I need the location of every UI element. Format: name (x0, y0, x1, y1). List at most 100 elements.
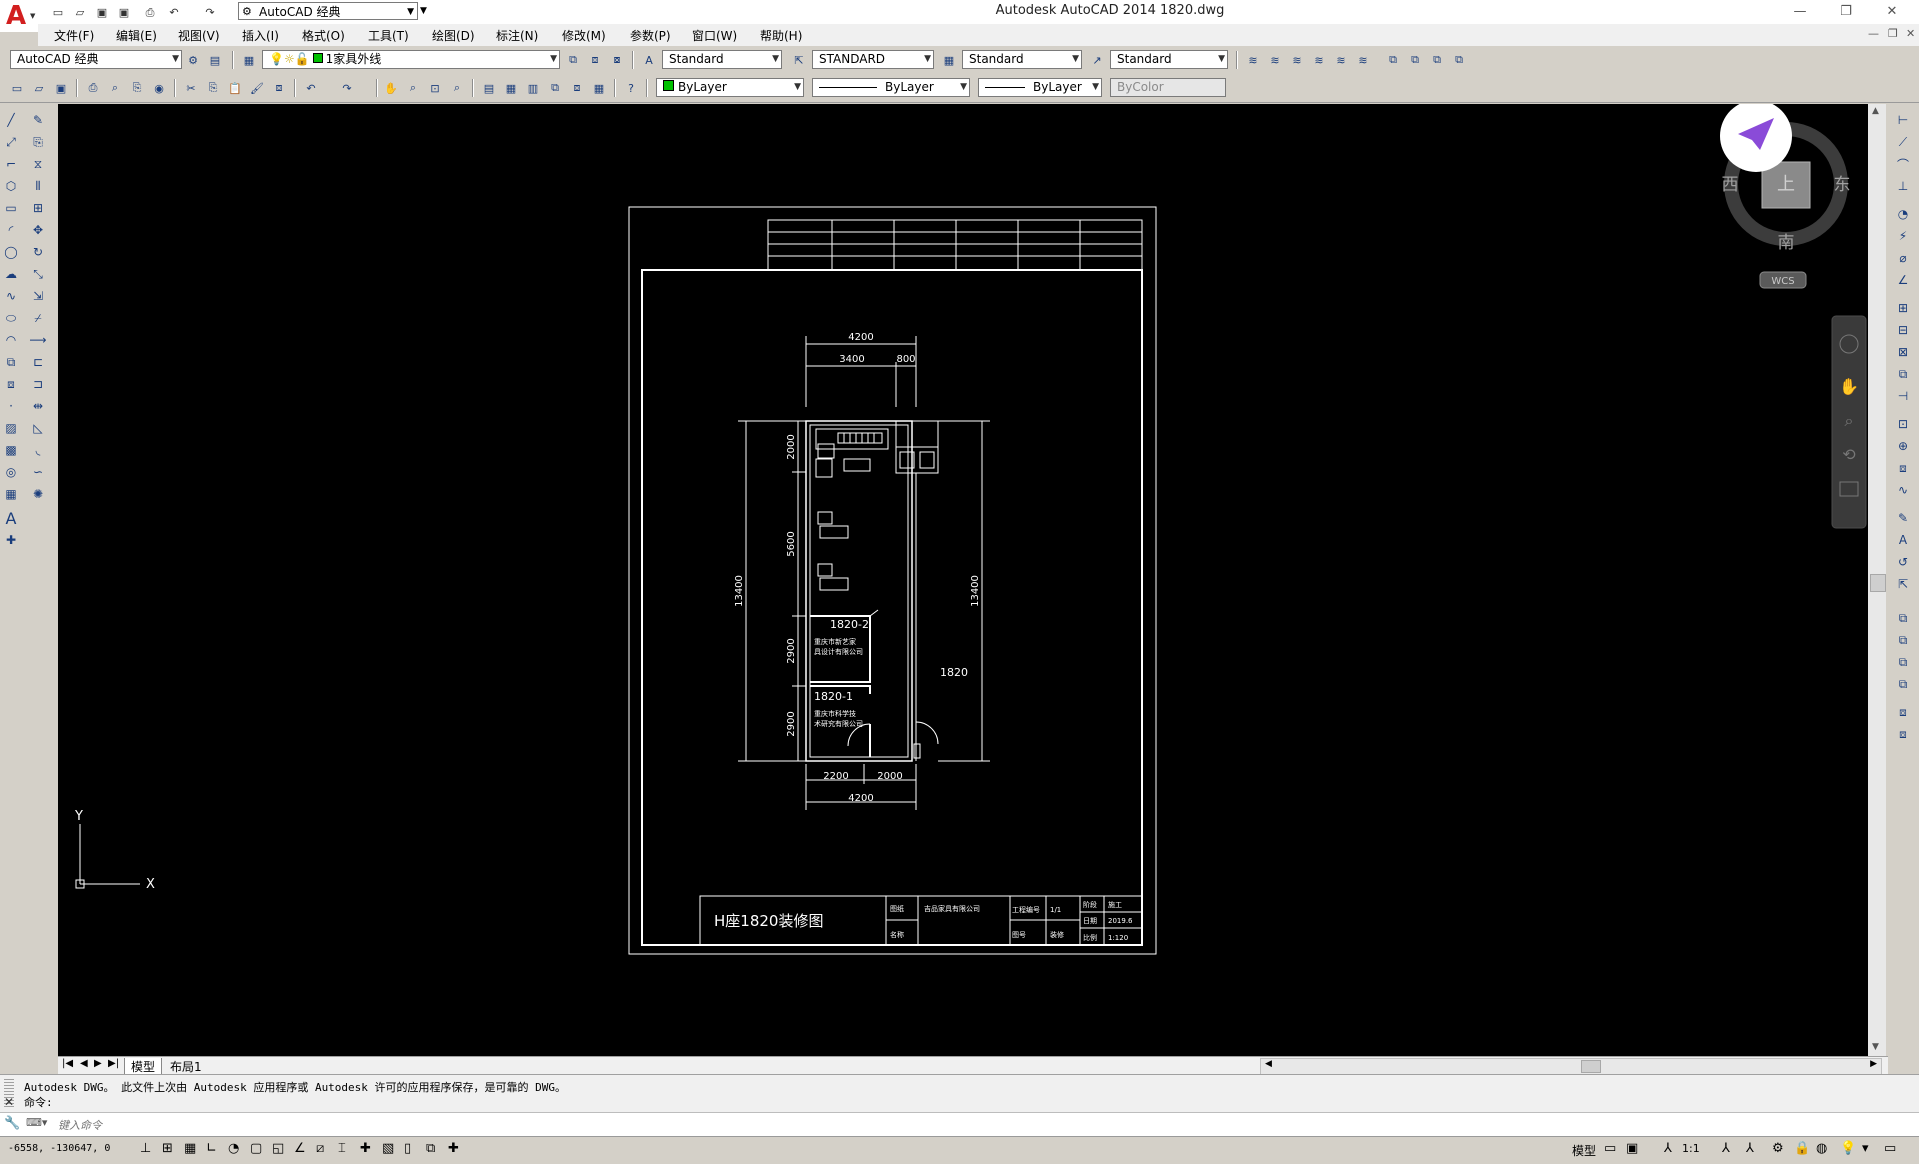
insert-block-icon[interactable]: ⧉ (1, 352, 21, 372)
prev-tab-icon[interactable]: ◀ (80, 1058, 88, 1069)
drawing-order-2-icon[interactable]: ⧉ (1893, 630, 1913, 650)
command-input[interactable] (56, 1115, 1900, 1135)
region-icon[interactable]: ◎ (1, 462, 21, 482)
blend-curves-icon[interactable]: ∽ (28, 462, 48, 482)
scroll-up-icon[interactable]: ▲ (1872, 106, 1879, 116)
break-at-point-icon[interactable]: ⊏ (28, 352, 48, 372)
array-icon[interactable]: ⊞ (28, 198, 48, 218)
annotation-scale-icon[interactable]: ⅄ (1664, 1141, 1672, 1156)
text-style-combo[interactable]: Standard ▼ (662, 50, 782, 69)
3d-print-icon[interactable]: ◉ (150, 79, 168, 97)
plot-icon[interactable]: ⎙ (84, 79, 102, 97)
table-icon[interactable]: ▦ (1, 484, 21, 504)
trim-icon[interactable]: ⌿ (28, 308, 48, 328)
stretch-icon[interactable]: ⇲ (28, 286, 48, 306)
line-icon[interactable]: ╱ (1, 110, 21, 130)
arc-icon[interactable]: ◜ (1, 220, 21, 240)
hatch-back-icon[interactable]: ⧈ (1893, 724, 1913, 744)
move-icon[interactable]: ✥ (28, 220, 48, 240)
copy-object-icon[interactable]: ⎘ (28, 132, 48, 152)
properties-icon[interactable]: ▤ (480, 79, 498, 97)
spline-icon[interactable]: ∿ (1, 286, 21, 306)
new-icon[interactable]: ▭ (48, 3, 68, 22)
undo-icon[interactable]: ↶ (164, 3, 184, 22)
scroll-left-icon[interactable]: ◀ (1265, 1059, 1272, 1069)
coordinate-readout[interactable]: -6558, -130647, 0 (8, 1143, 110, 1154)
markup-icon[interactable]: ⧈ (568, 79, 586, 97)
dim-edit-icon[interactable]: ✎ (1893, 508, 1913, 528)
polyline-icon[interactable]: ⌐ (1, 154, 21, 174)
sheet-set-icon[interactable]: ⧉ (546, 79, 564, 97)
explode-icon[interactable]: ✺ (28, 484, 48, 504)
status-menu-icon[interactable]: ▾ (1862, 1141, 1869, 1156)
viewcube[interactable] (1720, 104, 1848, 289)
quick-view-drawings-icon[interactable]: ▣ (1626, 1141, 1638, 1156)
menu-view[interactable]: 视图(V) (178, 27, 220, 44)
layer-lock-icon[interactable]: ⧉ (1428, 51, 1446, 69)
gradient-icon[interactable]: ▩ (1, 440, 21, 460)
quick-properties-icon[interactable]: ▯ (404, 1141, 411, 1156)
drawing-order-3-icon[interactable]: ⧉ (1893, 652, 1913, 672)
layer-tool-3-icon[interactable]: ≋ (1288, 51, 1306, 69)
fillet-icon[interactable]: ◟ (28, 440, 48, 460)
menu-parametric[interactable]: 参数(P) (630, 27, 671, 44)
save-as-icon[interactable]: ▣ (114, 3, 134, 22)
vertical-scroll-thumb[interactable] (1870, 574, 1886, 592)
wrench-icon[interactable]: 🔧 (4, 1116, 20, 1131)
annotation-monitor-icon[interactable]: ✚ (448, 1141, 459, 1156)
selection-cycling-icon[interactable]: ⧉ (426, 1141, 435, 1156)
construction-line-icon[interactable]: ⤢ (1, 132, 21, 152)
menu-dimension[interactable]: 标注(N) (496, 27, 538, 44)
annotation-scale-value[interactable]: 1:1 (1682, 1142, 1700, 1155)
arc-length-icon[interactable]: ⌒ (1893, 154, 1913, 174)
rectangle-icon[interactable]: ▭ (1, 198, 21, 218)
first-tab-icon[interactable]: |◀ (62, 1058, 73, 1069)
chamfer-icon[interactable]: ◺ (28, 418, 48, 438)
dim-text-edit-icon[interactable]: A (1893, 530, 1913, 550)
jogged-linear-icon[interactable]: ∿ (1893, 480, 1913, 500)
paste-icon[interactable]: 📋 (226, 79, 244, 97)
scale-icon[interactable]: ⤡ (28, 264, 48, 284)
offset-icon[interactable]: ⫴ (28, 176, 48, 196)
baseline-icon[interactable]: ⊟ (1893, 320, 1913, 340)
layer-tool-2-icon[interactable]: ≋ (1266, 51, 1284, 69)
workspace-switching-icon[interactable]: ⚙ (1772, 1141, 1784, 1156)
linetype-combo[interactable]: ByLayer ▼ (812, 78, 970, 97)
layer-state-icon[interactable]: ⧇ (608, 51, 626, 69)
color-combo[interactable]: ByLayer ▼ (656, 78, 804, 97)
drawing-canvas[interactable]: 4200 3400 800 2200 2000 4200 13400 13400… (58, 104, 1868, 1056)
navigation-bar[interactable]: ✋ ⌕ ⟲ (1831, 315, 1867, 529)
dim-style-icon[interactable]: ⇱ (790, 51, 808, 69)
quick-view-layouts-icon[interactable]: ▭ (1604, 1141, 1616, 1156)
layer-combo[interactable]: 💡☼🔓 1家具外线 ▼ (262, 50, 560, 69)
block-editor-icon[interactable]: ⧈ (270, 79, 288, 97)
copy-icon[interactable]: ⎘ (204, 79, 222, 97)
erase-icon[interactable]: ✎ (28, 110, 48, 130)
annotation-visibility-icon[interactable]: ⅄ (1722, 1141, 1730, 1156)
dynamic-input-icon[interactable]: ⌶ (338, 1141, 346, 1156)
center-mark-icon[interactable]: ⊕ (1893, 436, 1913, 456)
lineweight-toggle-icon[interactable]: ✚ (360, 1141, 371, 1156)
redo-icon[interactable]: ↷ (338, 79, 356, 97)
scroll-right-icon[interactable]: ▶ (1870, 1059, 1877, 1069)
grid-display-icon[interactable]: ▦ (184, 1141, 196, 1156)
mleader-style-icon[interactable]: ↗ (1088, 51, 1106, 69)
model-space-label[interactable]: 模型 (1572, 1142, 1596, 1159)
ellipse-icon[interactable]: ⬭ (1, 308, 21, 328)
extend-icon[interactable]: ⟶ (28, 330, 48, 350)
text-style-icon[interactable]: A (640, 51, 658, 69)
menu-modify[interactable]: 修改(M) (562, 27, 606, 44)
ellipse-arc-icon[interactable]: ◠ (1, 330, 21, 350)
tab-layout1[interactable]: 布局1 (164, 1058, 208, 1075)
print-icon[interactable]: ⎙ (140, 3, 160, 22)
quickcalc-icon[interactable]: ▦ (590, 79, 608, 97)
layer-manager-icon[interactable]: ▦ (240, 51, 258, 69)
diameter-icon[interactable]: ⌀ (1893, 248, 1913, 268)
cut-icon[interactable]: ✂ (182, 79, 200, 97)
layer-tool-5-icon[interactable]: ≋ (1332, 51, 1350, 69)
zoom-window-icon[interactable]: ⊡ (426, 79, 444, 97)
qnew-icon[interactable]: ▭ (8, 79, 26, 97)
quick-dim-icon[interactable]: ⊞ (1893, 298, 1913, 318)
polygon-icon[interactable]: ⬡ (1, 176, 21, 196)
menu-file[interactable]: 文件(F) (54, 27, 94, 44)
